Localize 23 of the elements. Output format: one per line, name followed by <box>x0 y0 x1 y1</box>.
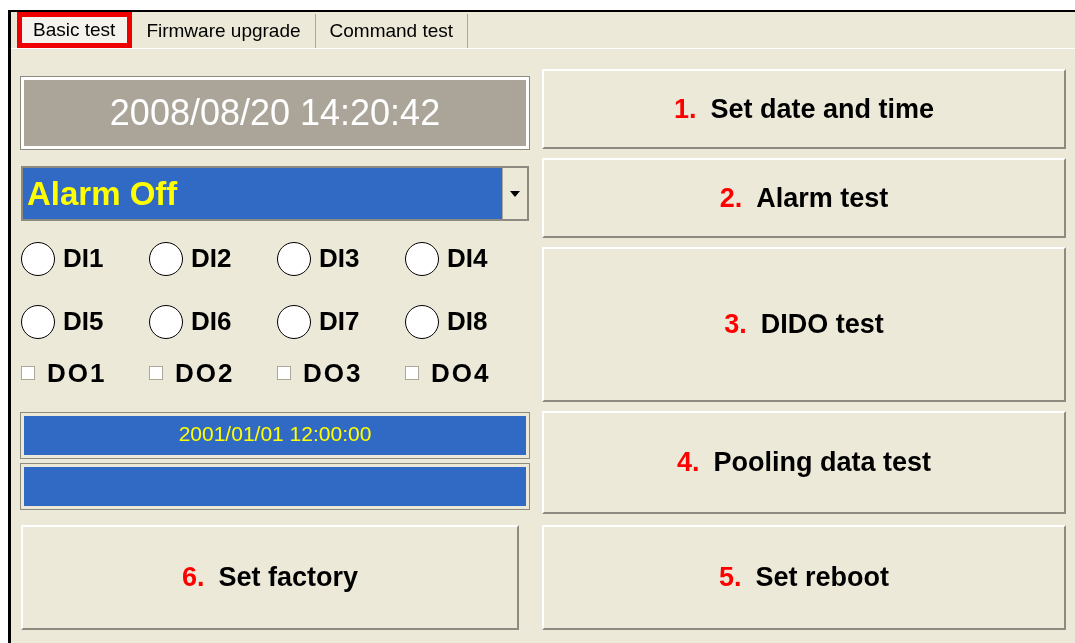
action-button[interactable]: 1. Set date and time <box>542 69 1066 149</box>
action-button[interactable]: 6. Set factory <box>21 525 519 630</box>
action-button[interactable]: 3. DIDO test <box>542 247 1066 402</box>
alarm-dropdown[interactable]: Alarm Off <box>21 166 529 221</box>
checkbox[interactable]: DO3 <box>277 353 405 393</box>
action-button[interactable]: 4. Pooling data test <box>542 411 1066 514</box>
radio-button[interactable]: DI8 <box>405 290 533 353</box>
checkbox[interactable]: DO1 <box>21 353 149 393</box>
tab[interactable]: Basic test <box>17 12 133 48</box>
caret-icon <box>510 190 520 197</box>
checkbox[interactable]: DO2 <box>149 353 277 393</box>
clock-display: 2008/08/20 14:20:42 <box>21 77 529 149</box>
checkbox[interactable]: DO4 <box>405 353 533 393</box>
radio-button[interactable]: DI6 <box>149 290 277 353</box>
radio-button[interactable]: DI4 <box>405 227 533 290</box>
radio-button[interactable]: DI2 <box>149 227 277 290</box>
radio-button[interactable]: DI5 <box>21 290 149 353</box>
status-field: 2001/01/01 12:00:00 <box>21 413 529 458</box>
radio-button[interactable]: DI3 <box>277 227 405 290</box>
action-button[interactable]: 2. Alarm test <box>542 158 1066 238</box>
radio-button[interactable]: DI1 <box>21 227 149 290</box>
action-button[interactable]: 5. Set reboot <box>542 525 1066 630</box>
radio-button[interactable]: DI7 <box>277 290 405 353</box>
